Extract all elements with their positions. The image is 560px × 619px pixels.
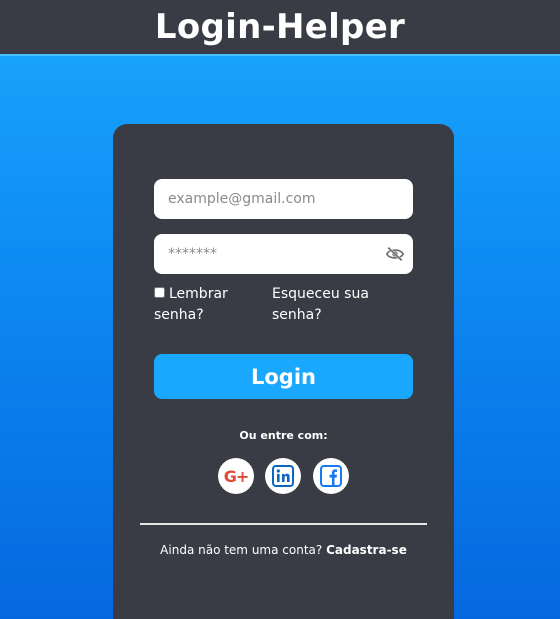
email-field-wrapper (154, 179, 413, 219)
divider (140, 523, 427, 525)
login-card: Lembrar senha? Esqueceu sua senha? Login… (113, 124, 454, 619)
eye-slash-icon[interactable] (386, 246, 404, 262)
linkedin-icon (272, 465, 294, 487)
password-input[interactable] (154, 234, 413, 274)
top-bar: Login-Helper (0, 0, 560, 56)
password-field-wrapper (154, 234, 413, 274)
email-input[interactable] (154, 179, 413, 219)
facebook-icon (320, 465, 342, 487)
linkedin-login-button[interactable] (265, 458, 301, 494)
app-title: Login-Helper (154, 7, 406, 47)
forgot-password-link[interactable]: Esqueceu sua senha? (272, 284, 392, 326)
remember-label: Lembrar senha? (154, 286, 228, 323)
remember-me-option[interactable]: Lembrar senha? (154, 284, 264, 326)
signup-prompt: Ainda não tem uma conta? (160, 543, 323, 557)
login-button[interactable]: Login (154, 354, 413, 399)
google-login-button[interactable]: G+ (218, 458, 254, 494)
signup-prompt-line: Ainda não tem uma conta? Cadastra-se (113, 543, 454, 557)
facebook-login-button[interactable] (313, 458, 349, 494)
remember-checkbox[interactable] (154, 287, 165, 298)
google-plus-icon: G+ (223, 466, 250, 486)
signup-link[interactable]: Cadastra-se (326, 543, 407, 557)
social-login-label: Ou entre com: (239, 429, 328, 442)
